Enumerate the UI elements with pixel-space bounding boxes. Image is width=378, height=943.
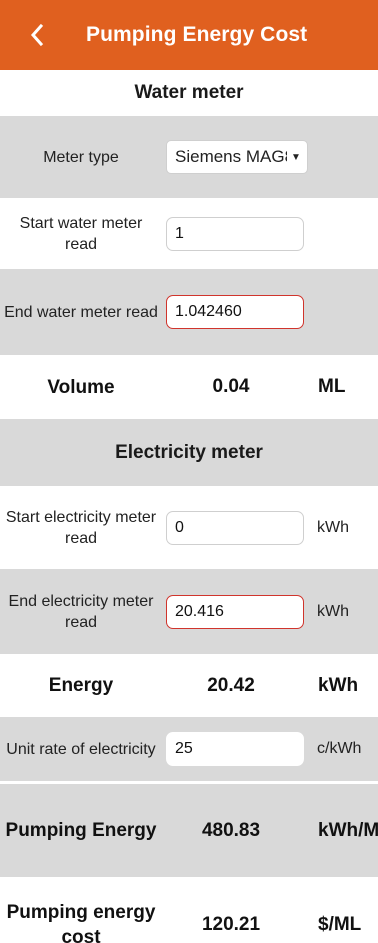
volume-row: Volume 0.04 ML — [0, 355, 378, 419]
water-meter-heading-text: Water meter — [134, 82, 244, 103]
pumping-energy-label: Pumping Energy — [5, 820, 157, 841]
pumping-cost-unit: $/ML — [318, 914, 362, 935]
pumping-energy-value: 480.83 — [201, 819, 261, 841]
unit-rate-label: Unit rate of electricity — [6, 740, 156, 758]
unit-rate-unit: c/kWh — [317, 740, 362, 757]
end-electricity-meter-input[interactable] — [166, 594, 304, 629]
meter-type-selected-value: Siemens MAG8000 — [175, 147, 287, 166]
energy-unit: kWh — [318, 674, 359, 696]
end-water-meter-row: End water meter read — [0, 269, 378, 355]
chevron-left-icon[interactable] — [30, 20, 52, 50]
volume-label: Volume — [47, 376, 115, 398]
unit-rate-input[interactable] — [166, 732, 304, 766]
pumping-energy-unit: kWh/ML — [318, 819, 378, 841]
pumping-cost-row: Pumping energy cost 120.21 $/ML — [0, 877, 378, 943]
energy-label: Energy — [48, 675, 114, 696]
pumping-energy-row: Pumping Energy 480.83 kWh/ML — [0, 781, 378, 877]
pumping-cost-label: Pumping energy cost — [6, 902, 156, 943]
volume-unit: ML — [318, 376, 346, 397]
app-header: Pumping Energy Cost — [0, 0, 378, 70]
pumping-cost-value: 120.21 — [201, 914, 261, 935]
caret-down-icon: ▼ — [291, 151, 301, 163]
start-water-meter-input[interactable] — [166, 216, 304, 251]
unit-rate-row: Unit rate of electricity c/kWh — [0, 717, 378, 781]
end-water-meter-input[interactable] — [166, 295, 304, 329]
end-electricity-meter-label: End electricity meter read — [8, 592, 154, 631]
meter-type-label: Meter type — [43, 148, 119, 166]
volume-value: 0.04 — [212, 376, 250, 397]
start-water-meter-row: Start water meter read — [0, 198, 378, 269]
energy-value: 20.42 — [207, 674, 255, 696]
end-electricity-meter-row: End electricity meter read kWh — [0, 569, 378, 654]
energy-row: Energy 20.42 kWh — [0, 654, 378, 717]
page-title: Pumping Energy Cost — [86, 23, 308, 46]
start-electricity-meter-label: Start electricity meter read — [5, 508, 157, 547]
start-water-meter-label: Start water meter read — [19, 214, 143, 253]
electricity-meter-heading: Electricity meter — [0, 419, 378, 486]
end-electricity-unit: kWh — [317, 602, 349, 620]
water-meter-heading: Water meter — [0, 70, 378, 116]
meter-type-row: Meter type Siemens MAG8000 ▼ — [0, 116, 378, 198]
electricity-meter-heading-text: Electricity meter — [115, 441, 263, 463]
start-electricity-meter-input[interactable] — [166, 510, 304, 545]
end-water-meter-label: End water meter read — [4, 303, 158, 321]
app-screen: Pumping Energy Cost Water meter Meter ty… — [0, 0, 378, 943]
start-electricity-unit: kWh — [317, 518, 349, 536]
start-electricity-meter-row: Start electricity meter read kWh — [0, 486, 378, 569]
meter-type-select[interactable]: Siemens MAG8000 ▼ — [166, 140, 308, 174]
